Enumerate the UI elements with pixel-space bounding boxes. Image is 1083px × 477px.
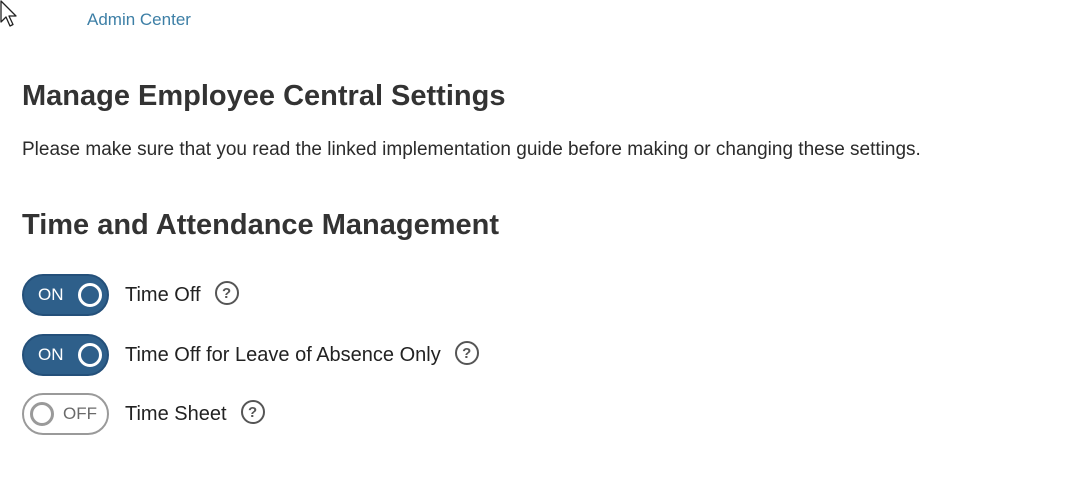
time-sheet-toggle[interactable]: OFF <box>22 393 109 435</box>
setting-row-time-off: ON Time Off ? <box>22 274 239 316</box>
page: Admin Center Manage Employee Central Set… <box>0 0 1083 477</box>
page-title: Manage Employee Central Settings <box>22 80 506 112</box>
setting-label-time-sheet: Time Sheet <box>125 402 227 425</box>
time-off-leave-of-absence-toggle[interactable]: ON <box>22 334 109 376</box>
toggle-state-label: ON <box>38 345 64 364</box>
toggle-state-label: ON <box>38 285 64 304</box>
mouse-cursor-icon <box>0 0 17 27</box>
setting-label-time-off-leave-of-absence: Time Off for Leave of Absence Only <box>125 343 441 366</box>
toggle-state-label: OFF <box>63 404 97 423</box>
intro-text: Please make sure that you read the linke… <box>22 139 921 160</box>
section-title: Time and Attendance Management <box>22 209 499 241</box>
help-icon[interactable]: ? <box>240 400 265 424</box>
toggle-knob <box>78 343 102 367</box>
toggle-knob <box>78 283 102 307</box>
setting-row-time-off-leave-of-absence: ON Time Off for Leave of Absence Only ? <box>22 334 479 376</box>
breadcrumb-admin-center-link[interactable]: Admin Center <box>87 10 191 30</box>
help-icon[interactable]: ? <box>214 281 239 305</box>
setting-label-time-off: Time Off <box>125 283 201 306</box>
time-off-toggle[interactable]: ON <box>22 274 109 316</box>
toggle-knob <box>30 402 54 426</box>
help-icon[interactable]: ? <box>454 341 479 365</box>
setting-row-time-sheet: OFF Time Sheet ? <box>22 393 265 435</box>
